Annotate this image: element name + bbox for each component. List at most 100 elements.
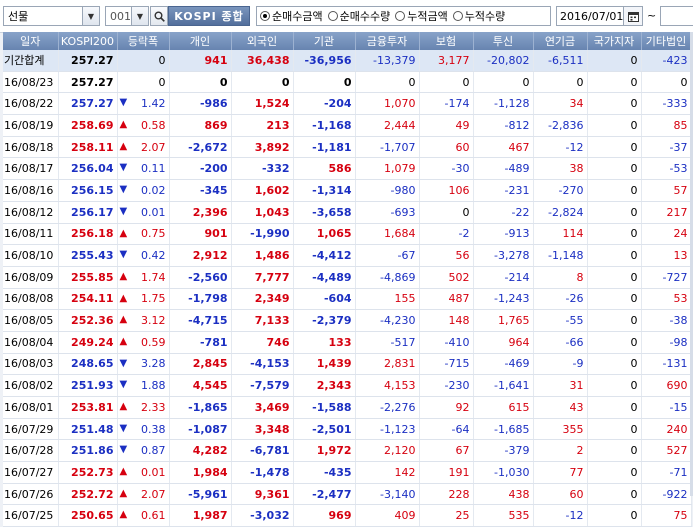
table-row[interactable]: 16/07/26 252.72 ▲ 2.07 -5,961 9,361 -2,477 -3,1… [3, 483, 692, 506]
value-cell: -3,658 [293, 201, 356, 224]
column-header[interactable]: 기타법인 [641, 32, 692, 50]
value-cell: -98 [641, 331, 692, 354]
value-cell: -12 [533, 504, 588, 527]
value-cell: -3,278 [473, 244, 534, 267]
value-cell: -30 [419, 157, 474, 181]
change-value: 2.33 [141, 400, 166, 414]
table-row[interactable]: 16/08/12 256.17 ▼ 0.01 2,396 1,043 -3,658 -693 0… [3, 201, 692, 224]
value-cell: 0 [587, 396, 642, 419]
mode-radio-group: 순매수금액 순매수수량 누적금액 누적수량 [256, 6, 551, 26]
table-row[interactable]: 16/08/23 257.27 0 0 0 0 0 0 0 0 0 0 [3, 71, 692, 94]
table-row[interactable]: 16/08/09 255.85 ▲ 1.74 -2,560 7,777 -4,489 -4,8… [3, 266, 692, 289]
value-cell: -423 [641, 50, 692, 72]
table-row[interactable]: 16/08/19 258.69 ▲ 0.58 869 213 -1,168 2,444 49 -8… [3, 114, 692, 137]
column-header[interactable]: 금융투자 [355, 32, 420, 50]
value-cell: 3,348 [231, 418, 294, 441]
chevron-down-icon[interactable]: ▼ [82, 7, 99, 25]
value-cell: 4,282 [169, 439, 232, 463]
date-cell: 16/08/05 [3, 309, 59, 332]
table-row[interactable]: 16/08/08 254.11 ▲ 1.75 -1,798 2,349 -604 155 487… [3, 288, 692, 311]
table-row[interactable]: 16/07/27 252.73 ▲ 0.01 1,984 -1,478 -435 142 191… [3, 461, 692, 484]
value-cell: 941 [169, 50, 232, 72]
table-row[interactable]: 16/08/04 249.24 ▲ 0.59 -781 746 133 -517 -410 964… [3, 331, 692, 354]
value-cell: -1,168 [293, 114, 356, 137]
column-header[interactable]: 등락폭 [117, 32, 170, 50]
end-date-field[interactable] [660, 6, 693, 26]
column-header[interactable]: 외국인 [231, 32, 294, 50]
table-summary-row[interactable]: 기간합계 257.27 0 941 36,438 -36,956 -13,379 3,177-… [3, 50, 692, 72]
table-header-row: 일자 KOSPI200 등락폭 개인 외국인 기관 금융투자 보험 투신 연기금 국가지자 기타법인 [3, 32, 692, 50]
table-row[interactable]: 16/08/11 256.18 ▲ 0.75 901 -1,990 1,065 1,684 -2… [3, 223, 692, 246]
calendar-icon[interactable] [623, 7, 642, 25]
value-cell: 13 [641, 244, 692, 267]
search-icon [154, 11, 165, 22]
value-cell: 4,545 [169, 374, 232, 397]
change-value: 1.42 [141, 97, 166, 111]
radio-cumulative-amount[interactable]: 누적금액 [395, 8, 448, 24]
value-cell: -204 [293, 92, 356, 116]
value-cell: 1,486 [231, 244, 294, 267]
value-cell: 92 [419, 396, 474, 419]
column-header[interactable]: KOSPI200 [58, 32, 118, 50]
down-triangle-icon: ▼ [119, 422, 128, 434]
value-cell: 60 [533, 483, 588, 506]
change-value: 0.61 [141, 509, 166, 523]
table-row[interactable]: 16/07/29 251.48 ▼ 0.38 -1,087 3,348 -2,501 -1,1… [3, 418, 692, 441]
radio-dot[interactable] [452, 11, 463, 21]
radio-net-buy-quantity[interactable]: 순매수수량 [327, 8, 390, 24]
search-button[interactable] [150, 6, 168, 26]
radio-dot[interactable] [327, 11, 338, 21]
value-cell: 0 [419, 71, 474, 94]
change-cell: ▼ 3.28 [117, 353, 170, 376]
change-cell: ▲ 0.59 [117, 331, 170, 354]
radio-cumulative-quantity[interactable]: 누적수량 [452, 8, 505, 24]
change-value: 0.87 [141, 444, 166, 458]
table-row[interactable]: 16/08/02 251.93 ▼ 1.88 4,545 -7,579 2,343 4,153… [3, 374, 692, 397]
value-cell: -1,865 [169, 396, 232, 419]
radio-dot[interactable] [395, 11, 406, 21]
value-cell: -13,379 [355, 50, 420, 72]
value-cell: 53 [641, 288, 692, 311]
market-select[interactable]: 선물 ▼ [3, 6, 100, 26]
table-row[interactable]: 16/08/03 248.65 ▼ 3.28 2,845 -4,153 1,439 2,831… [3, 353, 692, 376]
change-cell: ▲ 2.33 [117, 396, 170, 419]
column-header[interactable]: 국가지자 [587, 32, 642, 50]
value-cell: -2,836 [533, 114, 588, 137]
date-cell: 16/08/11 [3, 223, 59, 246]
start-date-field[interactable]: 2016/07/01 [556, 6, 643, 26]
table-row[interactable]: 16/08/22 257.27 ▼ 1.42 -986 1,524 -204 1,070 -17… [3, 92, 692, 116]
value-cell: 0 [641, 71, 692, 94]
column-header[interactable]: 투신 [473, 32, 534, 50]
table-row[interactable]: 16/08/01 253.81 ▲ 2.33 -1,865 3,469 -1,588 -2,2… [3, 396, 692, 419]
table-row[interactable]: 16/08/10 255.43 ▼ 0.42 2,912 1,486 -4,412 -67 56… [3, 244, 692, 267]
table-row[interactable]: 16/08/18 258.11 ▲ 2.07 -2,672 3,892 -1,181 -1,7… [3, 136, 692, 159]
table-row[interactable]: 16/08/16 256.15 ▼ 0.02 -345 1,602 -1,314 -980 10… [3, 179, 692, 202]
value-cell: -6,511 [533, 50, 588, 72]
column-header[interactable]: 기관 [293, 32, 356, 50]
value-cell: -3,140 [355, 483, 420, 506]
table-row[interactable]: 16/07/25 250.65 ▲ 0.61 1,987 -3,032 969 409 25 53… [3, 504, 692, 527]
column-header[interactable]: 일자 [3, 32, 59, 50]
value-cell: 213 [231, 114, 294, 137]
radio-dot[interactable] [260, 11, 270, 21]
value-cell: 901 [169, 223, 232, 246]
column-header[interactable]: 연기금 [533, 32, 588, 50]
column-header[interactable]: 보험 [419, 32, 474, 50]
table-row[interactable]: 16/07/28 251.86 ▼ 0.87 4,282 -6,781 1,972 2,120… [3, 439, 692, 463]
index-name-label: KOSPI 종합 [168, 6, 250, 26]
chevron-down-icon[interactable]: ▼ [131, 7, 148, 25]
date-cell: 16/07/26 [3, 483, 59, 506]
change-cell: ▲ 1.75 [117, 288, 170, 311]
value-cell: 1,972 [293, 439, 356, 463]
column-header[interactable]: 개인 [169, 32, 232, 50]
value-cell: 615 [473, 396, 534, 419]
code-select[interactable]: 001 ▼ [105, 6, 149, 26]
table-row[interactable]: 16/08/17 256.04 ▼ 0.11 -200 -332 586 1,079 -30 -4… [3, 157, 692, 181]
radio-net-buy-amount[interactable]: 순매수금액 [260, 8, 323, 24]
value-cell: 1,439 [293, 353, 356, 376]
kospi200-cell: 249.24 [58, 331, 118, 354]
table-row[interactable]: 16/08/05 252.36 ▲ 3.12 -4,715 7,133 -2,379 -4,2… [3, 309, 692, 332]
date-cell: 16/08/17 [3, 157, 59, 181]
value-cell: 3,177 [419, 50, 474, 72]
change-cell: ▲ 0.75 [117, 223, 170, 246]
